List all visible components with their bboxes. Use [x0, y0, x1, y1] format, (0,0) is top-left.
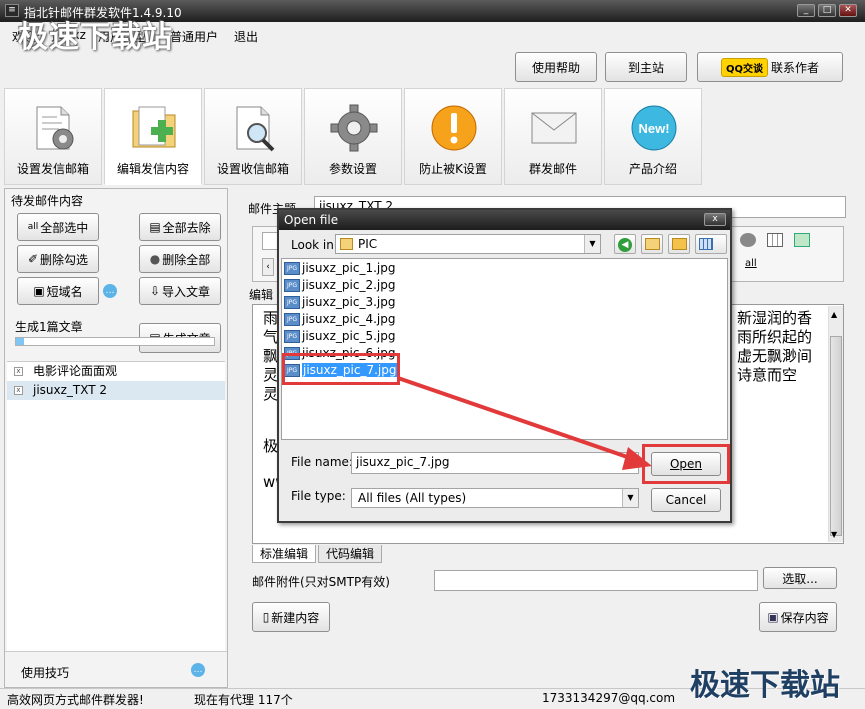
- annotation-arrow: [397, 376, 652, 470]
